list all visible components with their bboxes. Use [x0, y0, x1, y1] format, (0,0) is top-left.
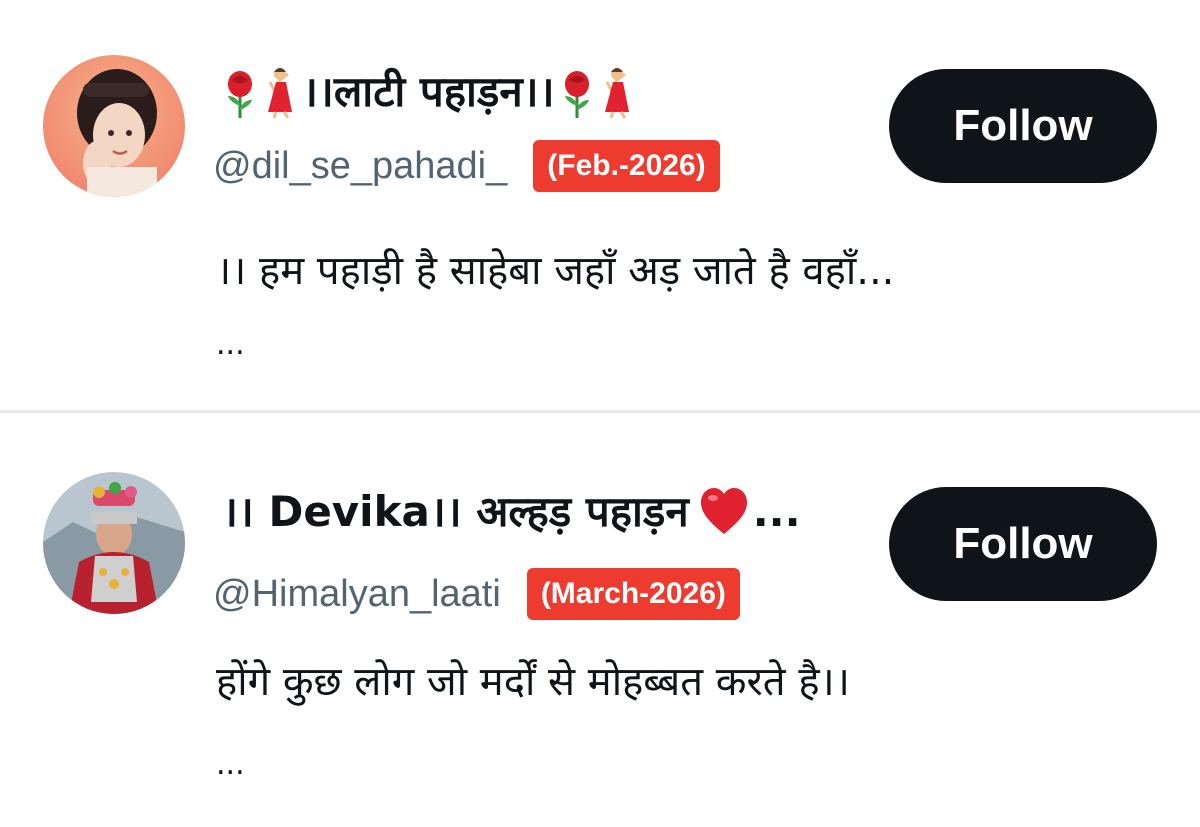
- user-card[interactable]: ।।लाटी पहाड़न।। @dil_se_pahadi_ (Feb.-20…: [0, 0, 1200, 410]
- follow-button[interactable]: Follow: [889, 69, 1157, 183]
- avatar-image: [43, 55, 185, 197]
- follow-button[interactable]: Follow: [889, 487, 1157, 601]
- more-ellipsis[interactable]: ...: [216, 750, 245, 780]
- handle-row: @Himalyan_laati (March-2026): [213, 566, 740, 622]
- handle-row: @dil_se_pahadi_ (Feb.-2026): [213, 138, 720, 194]
- display-name-text: ।। Devika।। अल्हड़ पहाड़न: [222, 487, 689, 536]
- dancer-icon: [262, 64, 298, 120]
- display-name[interactable]: ।।लाटी पहाड़न।।: [222, 64, 639, 120]
- dancer-icon: [599, 64, 635, 120]
- rose-icon: [559, 64, 595, 120]
- bio-text: ।। हम पहाड़ी है साहेबा जहाँ अड़ जाते है …: [216, 248, 895, 294]
- date-badge: (Feb.-2026): [533, 140, 720, 192]
- display-name[interactable]: ।। Devika।। अल्हड़ पहाड़न ...: [222, 484, 801, 540]
- user-card[interactable]: ।। Devika।। अल्हड़ पहाड़न ... @Himalyan_…: [0, 414, 1200, 827]
- red-heart-icon: [699, 484, 749, 540]
- handle[interactable]: @dil_se_pahadi_: [213, 138, 507, 194]
- display-name-text: ।।लाटी पहाड़न।।: [302, 67, 555, 116]
- more-ellipsis[interactable]: ...: [216, 330, 245, 360]
- date-badge: (March-2026): [526, 568, 740, 620]
- handle[interactable]: @Himalyan_laati: [213, 566, 501, 622]
- rose-icon: [222, 64, 258, 120]
- divider: [0, 410, 1200, 413]
- avatar[interactable]: [43, 55, 185, 197]
- avatar[interactable]: [43, 472, 185, 614]
- avatar-image: [43, 472, 185, 614]
- bio-text: होंगे कुछ लोग जो मर्दों से मोहब्बत करते …: [216, 659, 850, 705]
- name-truncation: ...: [752, 487, 801, 536]
